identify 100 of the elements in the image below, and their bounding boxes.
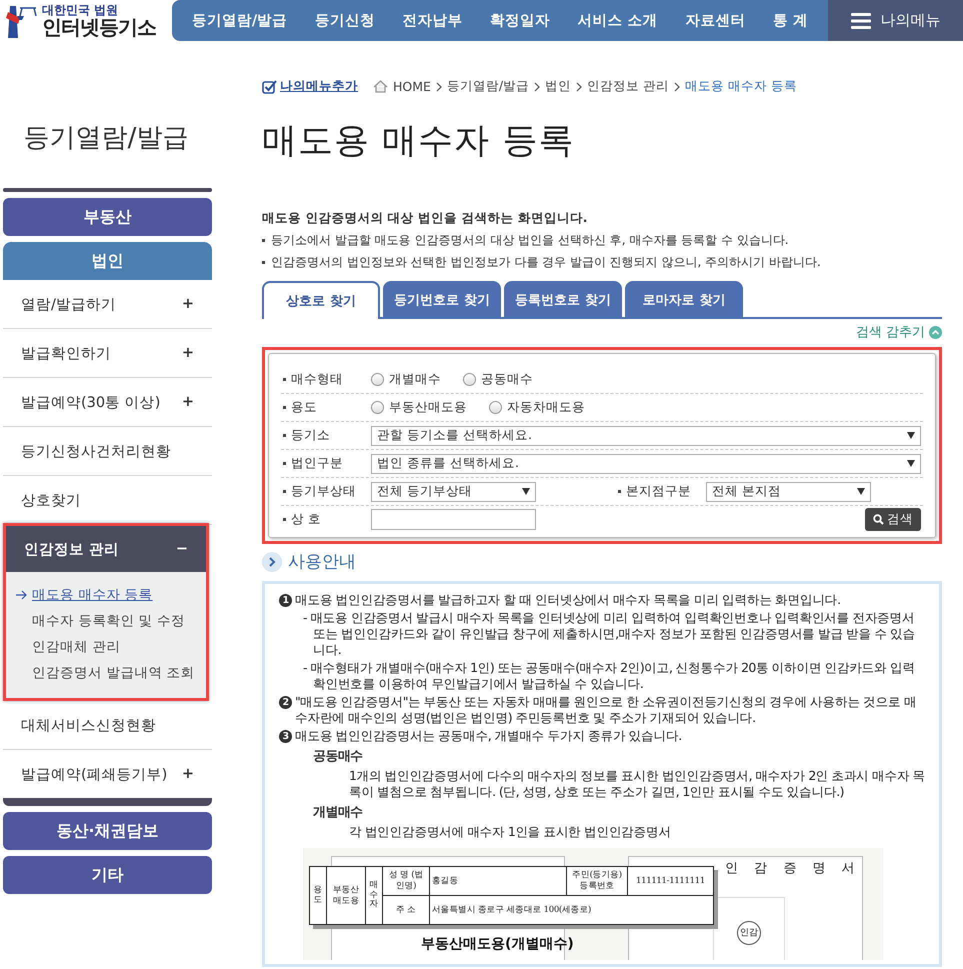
search-button[interactable]: 검색	[865, 508, 921, 531]
nav-link[interactable]: 통 계	[773, 11, 808, 30]
field-label: 본지점구분	[626, 483, 691, 500]
search-tab[interactable]: 상호로 찾기	[262, 281, 380, 319]
submenu-link[interactable]: 매수자 등록확인 및 수정	[16, 608, 196, 634]
guide-text: 매도용 법인인감증명서를 발급하고자 할 때 인터넷상에서 매수자 목록을 미리 입력하는 화면입니다.	[295, 592, 841, 608]
table-cell: 홍길동	[430, 866, 566, 896]
menu-icon	[850, 12, 870, 28]
category-button[interactable]: 동산·채권담보	[3, 812, 212, 850]
table-cell: 111111-1111111	[628, 866, 714, 896]
checkbox-icon	[262, 80, 277, 94]
table-cell: 매수자	[366, 866, 382, 924]
select-field[interactable]: 관할 등기소를 선택하세요.	[371, 426, 921, 446]
breadcrumb-link[interactable]: 법인	[545, 78, 572, 95]
arrow-icon	[16, 590, 28, 600]
my-menu-button[interactable]: 나의메뉴	[828, 0, 963, 41]
table-cell: 부동산 매도용	[326, 866, 366, 924]
logo-title: 인터넷등기소	[42, 16, 156, 38]
chevron-icon	[262, 552, 282, 572]
field-label: 매수형태	[291, 371, 343, 388]
sidebar-item[interactable]: 열람/발급하기 +	[3, 280, 212, 329]
logo-subtitle: 대한민국 법원	[42, 4, 120, 17]
breadcrumb-link[interactable]: 인감정보 관리	[587, 78, 670, 95]
nav-link[interactable]: 전자납부	[402, 11, 462, 30]
number-marker: 1	[279, 594, 292, 607]
sidebar-item[interactable]: 발급예약(30통 이상) +	[3, 378, 212, 427]
search-tab[interactable]: 로마자로 찾기	[625, 281, 743, 317]
input-field[interactable]	[371, 509, 536, 530]
search-tab[interactable]: 등기번호로 찾기	[383, 281, 501, 317]
search-tab[interactable]: 등록번호로 찾기	[504, 281, 622, 317]
radio-label: 부동산매도용	[389, 399, 467, 416]
radio-button[interactable]	[371, 373, 384, 386]
breadcrumb-link[interactable]: HOME	[393, 79, 431, 94]
guide-note: - 매수형태가 개별매수(매수자 1인) 또는 공동매수(매수자 2인)이고, 신청통수가 20통 이하이면 인감카드와 입력확인번호를 이용하여 무인발급기에서 발급하실 수 있습니다.	[302, 660, 916, 692]
term-text: 각 법인인감증명서에 매수자 1인을 표시한 법인인감증명서	[348, 824, 672, 840]
hide-search-link[interactable]: 검색 감추기	[856, 323, 925, 341]
caret-icon	[907, 460, 915, 467]
nav-link[interactable]: 서비스 소개	[578, 11, 658, 30]
table-cell: 서울특별시 종로구 세종대로 100(세종로)	[430, 896, 714, 924]
sidebar-item[interactable]: 대체서비스신청현황	[3, 701, 212, 750]
field-label: 법인구분	[291, 455, 343, 472]
term-text: 1개의 법인인감증명서에 다수의 매수자의 정보를 표시한 법인인감증명서, 매수자가 2인 초과시 매수자 목록이 별첨으로 첨부됩니다. (단, 성명, 상호 또는 주소가 길면, 1인만 표시될 수도 있습니다.)	[348, 768, 925, 800]
nav-link[interactable]: 확정일자	[490, 11, 550, 30]
field-label: 용도	[291, 399, 317, 416]
field-label: 등기부상태	[291, 483, 356, 500]
breadcrumb-link[interactable]: 매도용 매수자 등록	[685, 78, 798, 95]
chevron-icon	[534, 82, 540, 92]
collapse-icon	[929, 326, 942, 338]
radio-label: 자동차매도용	[507, 399, 585, 416]
term-title: 개별매수	[313, 805, 364, 821]
caret-icon	[857, 488, 865, 495]
search-icon	[873, 514, 884, 525]
category-button[interactable]: 부동산	[3, 198, 212, 236]
home-icon	[373, 80, 388, 93]
nav-link[interactable]: 등기열람/발급	[192, 11, 288, 30]
field-label: 상 호	[291, 511, 321, 528]
field-label: 등기소	[291, 427, 330, 444]
intro-text: 등기소에서 발급할 매도용 인감증명서의 대상 법인을 선택하신 후, 매수자를 등록할 수 있습니다.	[271, 232, 789, 249]
table-cell: 주 소	[382, 896, 430, 924]
breadcrumb-link[interactable]: 등기열람/발급	[446, 78, 530, 95]
nav-link[interactable]: 등기신청	[314, 11, 375, 30]
submenu-link[interactable]: 인감매체 관리	[16, 634, 196, 660]
select-field[interactable]: 법인 종류를 선택하세요.	[371, 454, 921, 474]
chevron-icon	[674, 82, 680, 92]
certificate-title: 인 감 증 명 서	[725, 861, 861, 877]
chevron-icon	[576, 82, 582, 92]
radio-button[interactable]	[371, 401, 384, 414]
seal-mark: 인감	[737, 921, 761, 945]
table-cell: 주민(등기용) 등록번호	[566, 866, 628, 896]
radio-label: 공동매수	[481, 371, 533, 388]
intro-heading: 매도용 인감증명서의 대상 법인을 검색하는 화면입니다.	[262, 210, 589, 227]
radio-label: 개별매수	[389, 371, 441, 388]
select-field[interactable]: 전체 등기부상태	[371, 482, 536, 502]
sidebar-item[interactable]: 인감정보 관리 −	[6, 526, 206, 572]
caret-icon	[907, 432, 915, 439]
submenu-link[interactable]: 매도용 매수자 등록	[16, 582, 196, 608]
sample-caption: 부동산매도용(개별매수)	[421, 936, 574, 952]
chevron-icon	[436, 82, 442, 92]
intro-text: 인감증명서의 법인정보와 선택한 법인정보가 다를 경우 발급이 진행되지 않으니, 주의하시기 바랍니다.	[271, 254, 821, 271]
guide-text: 매도용 법인인감증명서는 공동매수, 개별매수 두가지 종류가 있습니다.	[295, 728, 682, 744]
number-marker: 3	[279, 730, 292, 743]
radio-button[interactable]	[463, 373, 476, 386]
table-cell: 용도	[310, 866, 326, 924]
sidebar-item[interactable]: 발급확인하기 +	[3, 329, 212, 378]
add-my-menu-link[interactable]: 나의메뉴추가	[262, 78, 358, 95]
number-marker: 2	[279, 696, 292, 709]
sidebar-item[interactable]: 상호찾기	[3, 476, 212, 525]
sidebar-item[interactable]: 등기신청사건처리현황	[3, 427, 212, 476]
sidebar-title: 등기열람/발급	[22, 122, 190, 155]
radio-button[interactable]	[489, 401, 502, 414]
select-field[interactable]: 전체 본지점	[706, 482, 871, 502]
table-cell: 성 명 (법인명)	[382, 866, 430, 896]
submenu-link[interactable]: 인감증명서 발급내역 조회	[16, 660, 196, 686]
section-title: 사용안내	[288, 551, 356, 573]
term-title: 공동매수	[313, 749, 364, 765]
nav-link[interactable]: 자료센터	[685, 11, 746, 30]
category-button[interactable]: 기타	[3, 856, 212, 894]
caret-icon	[522, 488, 530, 495]
category-button[interactable]: 법인	[3, 242, 212, 280]
guide-text: "매도용 인감증명서"는 부동산 또는 자동차 매매를 원인으로 한 소유권이전등기신청의 경우에 사용하는 것으로 매수자란에 매수인의 성명(법인은 법인명) 주민등록번호 및 주소가 기재되어 있습니다.	[295, 694, 918, 726]
